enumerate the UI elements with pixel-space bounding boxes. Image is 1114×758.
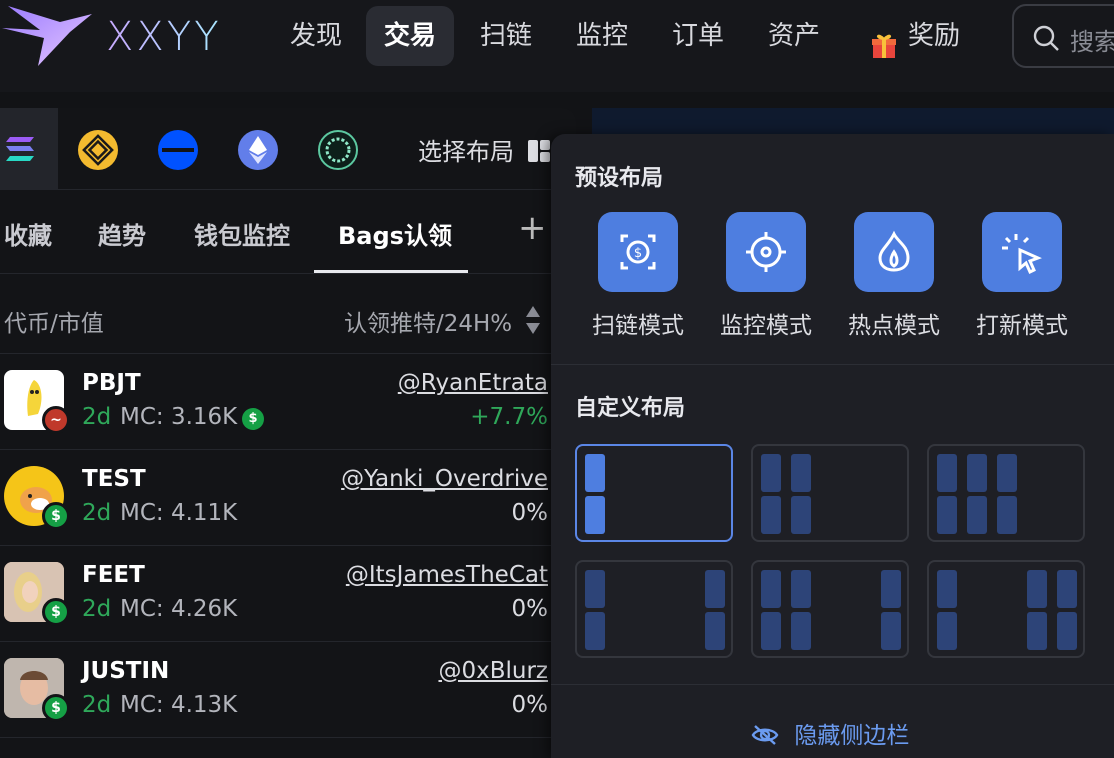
- search-placeholder: 搜索: [1070, 28, 1114, 56]
- table-row[interactable]: $ TEST 2d MC: 4.11K @Yanki_Overdrive 0%: [0, 450, 576, 546]
- preset-hot-label: 热点模式: [848, 313, 940, 339]
- market-cap: MC: 3.16K: [120, 404, 238, 430]
- sort-icon[interactable]: [524, 304, 542, 336]
- token-age: 2d: [82, 596, 112, 622]
- preset-snipe-label: 打新模式: [976, 313, 1068, 339]
- svg-text:$: $: [634, 246, 642, 261]
- platform-badge-icon: ~: [42, 406, 70, 434]
- token-symbol: TEST: [82, 466, 146, 492]
- list-tabs: 收藏 趋势 钱包监控 Bags认领 +: [0, 190, 576, 274]
- change-24h: +7.7%: [470, 404, 548, 430]
- nav-monitor[interactable]: 监控: [558, 6, 646, 66]
- change-24h: 0%: [511, 596, 549, 622]
- flame-icon: [854, 212, 934, 292]
- table-row[interactable]: ~ PBJT 2d MC: 3.16K $ @RyanEtrata +7.7%: [0, 354, 576, 450]
- chain-selector: 选择布局: [0, 108, 576, 190]
- active-tab-indicator: [314, 270, 468, 273]
- nav-discover[interactable]: 发现: [272, 6, 360, 66]
- scan-money-icon: $: [598, 212, 678, 292]
- tab-wallet-monitor[interactable]: 钱包监控: [194, 216, 290, 251]
- crosshair-icon: [726, 212, 806, 292]
- cursor-click-icon: [982, 212, 1062, 292]
- money-bag-badge-icon: $: [42, 598, 70, 626]
- preset-scan-mode[interactable]: $ 扫链模式: [583, 212, 693, 340]
- nav-rewards-label: 奖励: [908, 21, 961, 51]
- table-row[interactable]: $ FEET 2d MC: 4.26K @ItsJamesTheCat 0%: [0, 546, 576, 642]
- token-symbol: PBJT: [82, 370, 141, 396]
- preset-monitor-mode[interactable]: 监控模式: [711, 212, 821, 340]
- table-row[interactable]: $ JUSTIN 2d MC: 4.13K @0xBlurz 0%: [0, 642, 576, 738]
- token-age: 2d: [82, 500, 112, 526]
- token-symbol: FEET: [82, 562, 145, 588]
- token-age: 2d: [82, 692, 112, 718]
- divider: [551, 364, 1114, 365]
- preset-monitor-label: 监控模式: [720, 313, 812, 339]
- twitter-handle[interactable]: @ItsJamesTheCat: [346, 562, 548, 588]
- layout-option-4[interactable]: [575, 560, 733, 658]
- custom-layout-title: 自定义布局: [575, 396, 686, 421]
- market-cap: MC: 4.13K: [120, 692, 238, 718]
- market-cap: MC: 4.26K: [120, 596, 238, 622]
- layout-popup: 预设布局 $ 扫链模式 监控模式 热点模式 打新模式 自定义布局 隐藏侧边栏: [551, 134, 1114, 758]
- change-24h: 0%: [511, 500, 549, 526]
- twitter-handle[interactable]: @0xBlurz: [438, 658, 548, 684]
- nav-scan[interactable]: 扫链: [462, 6, 550, 66]
- eye-off-icon: [751, 725, 779, 745]
- layout-option-1[interactable]: [575, 444, 733, 542]
- nav-orders[interactable]: 订单: [654, 6, 742, 66]
- search-box[interactable]: 搜索: [1012, 4, 1114, 68]
- bnb-icon[interactable]: [78, 130, 118, 170]
- hide-sidebar-label: 隐藏侧边栏: [794, 723, 910, 749]
- nav-rewards[interactable]: 奖励: [852, 6, 978, 66]
- ethereum-icon[interactable]: [238, 130, 278, 170]
- token-age: 2d: [82, 404, 112, 430]
- market-cap: MC: 4.11K: [120, 500, 238, 526]
- tab-trending[interactable]: 趋势: [98, 216, 146, 251]
- nav-trade[interactable]: 交易: [366, 6, 455, 66]
- nav-assets[interactable]: 资产: [750, 6, 838, 66]
- divider: [551, 684, 1114, 685]
- money-bag-badge-icon: $: [42, 502, 70, 530]
- add-tab-icon[interactable]: +: [518, 208, 547, 248]
- layout-option-5[interactable]: [751, 560, 909, 658]
- gift-icon: [870, 22, 898, 58]
- layout-grid-icon: [527, 140, 550, 162]
- select-layout-button[interactable]: 选择布局: [418, 132, 552, 167]
- layout-option-2[interactable]: [751, 444, 909, 542]
- twitter-handle[interactable]: @Yanki_Overdrive: [341, 466, 548, 492]
- layout-option-6[interactable]: [927, 560, 1085, 658]
- select-layout-label: 选择布局: [418, 138, 514, 166]
- twitter-handle[interactable]: @RyanEtrata: [398, 370, 548, 396]
- logo[interactable]: XXYY: [0, 0, 260, 72]
- chain-icon[interactable]: [318, 130, 358, 170]
- token-list-panel: 选择布局 收藏 趋势 钱包监控 Bags认领 + 代币/市值 认领推特/24H%…: [0, 108, 576, 758]
- hide-sidebar-button[interactable]: 隐藏侧边栏: [751, 716, 909, 750]
- solana-icon[interactable]: [4, 134, 36, 164]
- tab-favorites[interactable]: 收藏: [4, 216, 52, 251]
- top-nav-bar: XXYY 发现 交易 扫链 监控 订单 资产 奖励 搜索: [0, 0, 1114, 92]
- bird-logo-icon: [2, 6, 92, 66]
- column-header: 代币/市值 认领推特/24H%: [0, 274, 576, 354]
- layout-option-3[interactable]: [927, 444, 1085, 542]
- base-icon[interactable]: [158, 130, 198, 170]
- change-24h: 0%: [511, 692, 549, 718]
- preset-scan-label: 扫链模式: [592, 313, 684, 339]
- col-token-mc: 代币/市值: [4, 311, 104, 337]
- money-bag-badge-icon: $: [42, 694, 70, 722]
- preset-snipe-mode[interactable]: 打新模式: [967, 212, 1077, 340]
- brand-name: XXYY: [106, 14, 222, 60]
- search-icon: [1033, 25, 1059, 51]
- token-symbol: JUSTIN: [82, 658, 170, 684]
- money-bag-icon: $: [242, 408, 264, 430]
- preset-layout-title: 预设布局: [575, 166, 664, 191]
- tab-bags-claim[interactable]: Bags认领: [338, 216, 452, 251]
- preset-hot-mode[interactable]: 热点模式: [839, 212, 949, 340]
- col-claim-change[interactable]: 认领推特/24H%: [344, 304, 512, 338]
